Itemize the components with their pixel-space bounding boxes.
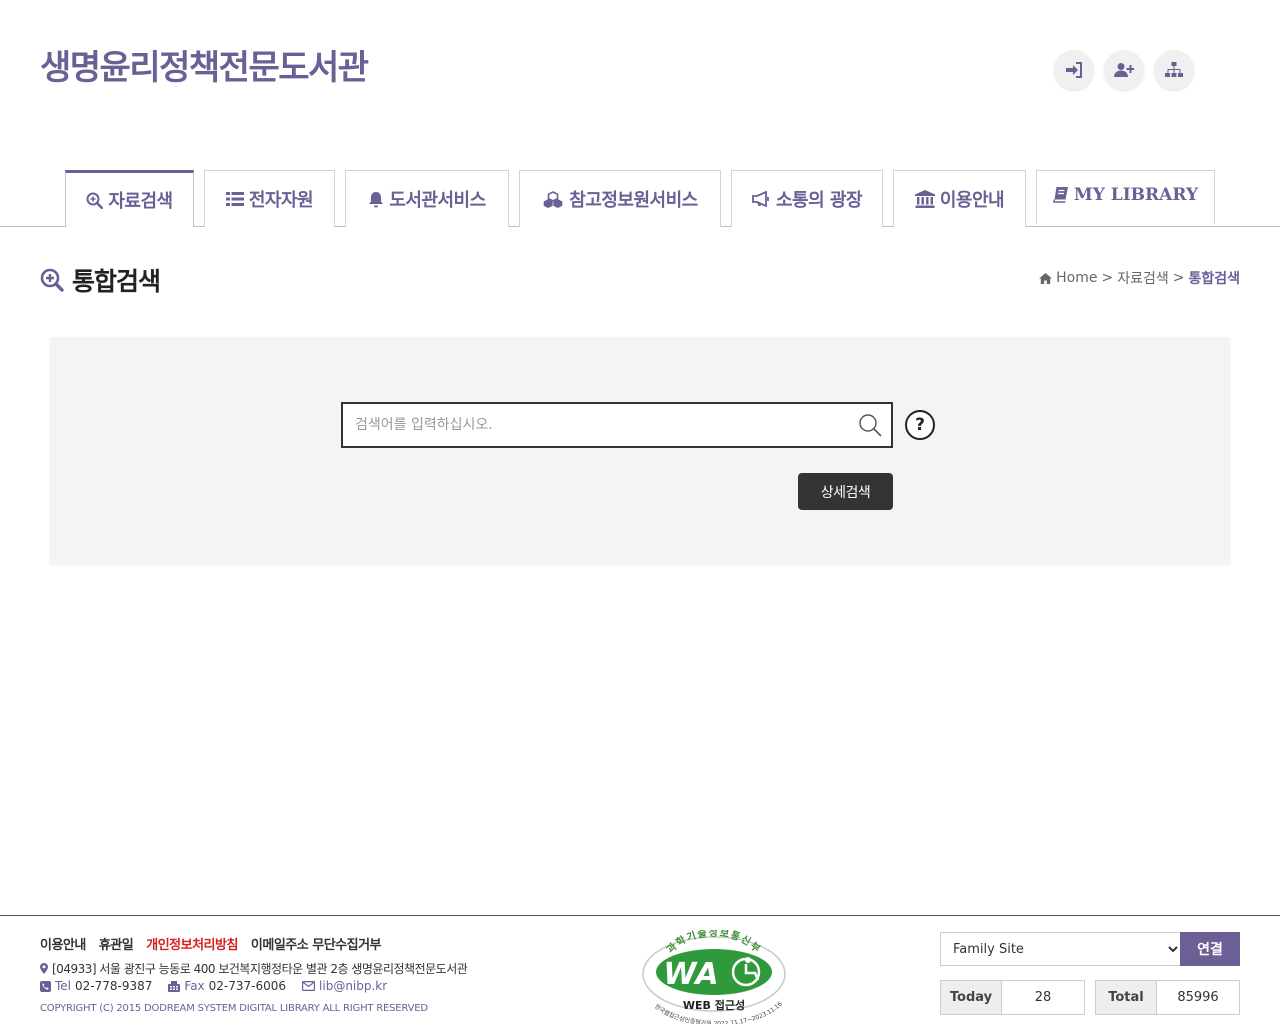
megaphone-icon <box>752 191 771 207</box>
home-icon <box>1039 272 1053 284</box>
join-button[interactable] <box>1104 50 1144 90</box>
cubes-icon <box>542 190 564 208</box>
envelope-icon <box>302 981 316 991</box>
tab-library-services[interactable]: 도서관서비스 <box>345 170 509 227</box>
total-label: Total <box>1096 981 1157 1014</box>
tab-e-resources[interactable]: 전자자원 <box>204 170 335 227</box>
search-input[interactable] <box>343 404 833 446</box>
book-icon <box>1052 186 1069 203</box>
copyright: COPYRIGHT (C) 2015 DODREAM SYSTEM DIGITA… <box>40 1003 428 1014</box>
address-text: [04933] 서울 광진구 능동로 400 보건복지행정타운 별관 2층 생명… <box>52 962 468 976</box>
search-box <box>341 402 893 448</box>
tab-label: 이용안내 <box>939 190 1005 211</box>
map-marker-icon <box>40 963 48 974</box>
sitemap-icon <box>1165 62 1183 78</box>
breadcrumb-home[interactable]: Home <box>1056 270 1097 286</box>
login-button[interactable] <box>1054 50 1094 90</box>
tab-community[interactable]: 소통의 광장 <box>731 170 883 227</box>
today-label: Today <box>941 981 1002 1014</box>
tab-data-search[interactable]: 자료검색 <box>65 170 194 227</box>
footer-link-closed-days[interactable]: 휴관일 <box>99 934 134 953</box>
footer-contact: Tel 02-778-9387 Fax 02-737-6006 lib@nibp… <box>40 979 387 993</box>
breadcrumb: Home > 자료검색 > 통합검색 <box>1039 268 1240 288</box>
search-help-button[interactable]: ? <box>905 410 935 440</box>
family-site-select[interactable]: Family Site <box>940 932 1181 966</box>
tab-label: 도서관서비스 <box>389 190 486 211</box>
site-title[interactable]: 생명윤리정책전문도서관 <box>40 40 369 89</box>
breadcrumb-current: 통합검색 <box>1188 271 1240 287</box>
wa-logo-text: WA <box>663 957 718 992</box>
tab-my-library[interactable]: MY LIBRARY <box>1036 170 1215 224</box>
email-link[interactable]: lib@nibp.kr <box>319 979 387 993</box>
tel-number: 02-778-9387 <box>75 979 153 993</box>
search-icon <box>858 413 882 437</box>
visitor-counter-total: Total 85996 <box>1095 980 1240 1015</box>
tab-label: 전자자원 <box>248 190 314 211</box>
question-icon: ? <box>915 415 925 435</box>
visitor-counter-today: Today 28 <box>940 980 1085 1015</box>
advanced-search-button[interactable]: 상세검색 <box>798 473 893 510</box>
add-user-icon <box>1114 62 1134 78</box>
top-icon-group <box>1054 50 1194 90</box>
footer-link-privacy[interactable]: 개인정보처리방침 <box>146 934 238 953</box>
tel-label: Tel <box>55 979 72 993</box>
today-count: 28 <box>1002 981 1084 1014</box>
fax-label: Fax <box>184 979 205 993</box>
footer-links: 이용안내 휴관일 개인정보처리방침 이메일주소 무단수집거부 <box>40 934 382 953</box>
tab-guide[interactable]: 이용안내 <box>893 170 1026 227</box>
bell-icon <box>368 191 384 208</box>
institution-icon <box>914 190 935 208</box>
tab-reference-services[interactable]: 참고정보원서비스 <box>519 170 721 227</box>
tab-label: 자료검색 <box>108 191 173 212</box>
footer-address: [04933] 서울 광진구 능동로 400 보건복지행정타운 별관 2층 생명… <box>40 960 468 977</box>
fax-icon <box>168 980 181 992</box>
breadcrumb-separator: > <box>1172 270 1185 286</box>
search-submit-button[interactable] <box>857 412 883 438</box>
search-panel <box>50 337 1230 564</box>
tab-label: 참고정보원서비스 <box>569 190 698 211</box>
tab-label: 소통의 광장 <box>775 190 863 211</box>
breadcrumb-section[interactable]: 자료검색 <box>1117 268 1169 288</box>
sitemap-button[interactable] <box>1154 50 1194 90</box>
total-count: 85996 <box>1157 981 1239 1014</box>
fax-number: 02-737-6006 <box>208 979 287 993</box>
breadcrumb-separator: > <box>1101 270 1114 286</box>
page-title: 통합검색 <box>72 267 161 296</box>
footer-link-email-policy[interactable]: 이메일주소 무단수집거부 <box>251 934 382 953</box>
login-icon <box>1065 62 1083 78</box>
list-icon <box>225 192 244 206</box>
web-accessibility-mark: 과학기술정보통신부 WA WEB 접근성 한국웹접근성인증평가원 2022.11… <box>638 930 790 1024</box>
wa-bottom-text: WEB 접근성 <box>683 998 745 1012</box>
footer-divider <box>0 915 1280 916</box>
tab-label: MY LIBRARY <box>1073 184 1199 205</box>
search-plus-icon <box>40 268 64 292</box>
phone-icon <box>40 980 51 992</box>
footer-link-guide[interactable]: 이용안내 <box>40 934 86 953</box>
family-site-connect-button[interactable]: 연결 <box>1180 932 1240 966</box>
page-heading: 통합검색 <box>40 262 161 298</box>
search-plus-icon <box>86 192 104 209</box>
